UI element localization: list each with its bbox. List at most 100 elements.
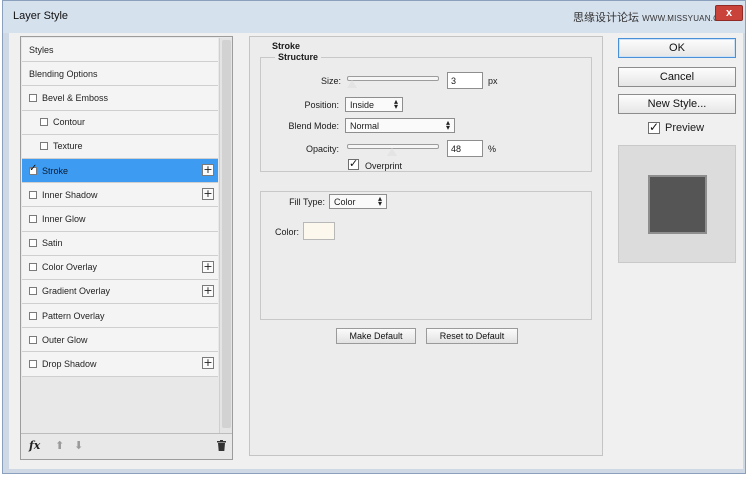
add-style-icon[interactable]: +: [202, 163, 214, 176]
dropdown-caret-icon: ▴ ▾: [393, 97, 398, 111]
style-item-stroke[interactable]: Stroke +: [22, 158, 218, 184]
blend-mode-label: Blend Mode:: [288, 121, 339, 131]
move-down-icon[interactable]: ⬇: [74, 439, 83, 452]
style-checkbox[interactable]: [40, 118, 48, 127]
section-title: Stroke: [272, 41, 301, 51]
style-checkbox[interactable]: [29, 190, 37, 199]
style-checkbox[interactable]: [29, 263, 37, 272]
trash-icon[interactable]: [217, 440, 226, 451]
opacity-input[interactable]: 48: [447, 140, 483, 157]
fill-type-value: Color: [334, 197, 356, 207]
style-item-label: Blending Options: [29, 68, 98, 79]
add-style-icon[interactable]: +: [202, 357, 214, 370]
add-style-icon[interactable]: +: [202, 284, 214, 297]
opacity-slider[interactable]: [347, 144, 439, 157]
size-unit: px: [488, 76, 498, 86]
fill-type-dropdown[interactable]: Color ▴ ▾: [329, 194, 387, 209]
layer-style-window: Layer Style 思缘设计论坛 WWW.MISSYUAN.COM x St…: [2, 0, 746, 474]
styles-footer: fx ⬆ ⬇: [21, 433, 232, 459]
style-item-blending-options[interactable]: Blending Options: [22, 62, 218, 87]
preview-thumbnail: [648, 175, 707, 234]
style-item-label: Bevel & Emboss: [42, 92, 109, 103]
position-value: Inside: [350, 100, 375, 110]
structure-label: Structure: [275, 52, 322, 62]
style-item-label: Outer Glow: [42, 334, 88, 345]
position-label: Position:: [304, 100, 339, 110]
style-checkbox[interactable]: [29, 311, 37, 320]
style-item-label: Gradient Overlay: [42, 286, 111, 297]
stroke-panel: Stroke Structure Size: 3 px Position: In…: [249, 36, 603, 456]
style-checkbox[interactable]: [40, 142, 48, 151]
style-checkbox[interactable]: [29, 214, 37, 223]
opacity-slider-thumb[interactable]: [386, 147, 399, 157]
styles-panel: Styles Blending Options Bevel & Emboss Cont…: [20, 36, 233, 460]
style-checkbox[interactable]: [29, 335, 37, 344]
style-item-styles[interactable]: Styles: [22, 38, 218, 63]
style-item-outer-glow[interactable]: Outer Glow: [22, 328, 218, 353]
style-checkbox[interactable]: [29, 287, 37, 296]
size-label: Size:: [320, 76, 341, 86]
blend-mode-value: Normal: [350, 121, 380, 131]
stroke-color-swatch[interactable]: [303, 222, 335, 240]
style-item-color-overlay[interactable]: Color Overlay +: [22, 255, 218, 280]
add-style-icon[interactable]: +: [202, 260, 214, 273]
styles-scrollbar[interactable]: [219, 38, 232, 434]
opacity-unit: %: [488, 144, 497, 154]
style-item-inner-glow[interactable]: Inner Glow: [22, 207, 218, 232]
style-checkbox[interactable]: [29, 93, 37, 102]
color-label: Color:: [274, 227, 299, 237]
window-title: Layer Style: [13, 10, 69, 22]
ok-button[interactable]: OK: [618, 38, 736, 58]
dropdown-caret-icon: ▴ ▾: [445, 118, 450, 132]
styles-scrollbar-thumb[interactable]: [222, 40, 231, 428]
title-bar[interactable]: Layer Style 思缘设计论坛 WWW.MISSYUAN.COM x: [3, 1, 745, 33]
style-item-inner-shadow[interactable]: Inner Shadow +: [22, 183, 218, 208]
style-checkbox[interactable]: [29, 360, 37, 369]
styles-list: Styles Blending Options Bevel & Emboss Cont…: [22, 38, 218, 377]
watermark: 思缘设计论坛 WWW.MISSYUAN.COM: [573, 9, 732, 25]
fill-type-group: Fill Type: Color ▴ ▾ Color:: [260, 191, 592, 320]
reset-to-default-button[interactable]: Reset to Default: [426, 328, 518, 344]
style-item-contour[interactable]: Contour: [22, 110, 218, 135]
structure-group: Structure Size: 3 px Position: Inside ▴ ▾…: [260, 52, 592, 172]
cancel-button[interactable]: Cancel: [618, 67, 736, 87]
style-item-gradient-overlay[interactable]: Gradient Overlay +: [22, 279, 218, 305]
style-checkbox[interactable]: [29, 239, 37, 248]
opacity-label: Opacity:: [305, 144, 339, 154]
size-slider[interactable]: [345, 76, 439, 89]
move-up-icon[interactable]: ⬆: [55, 439, 64, 452]
fx-icon[interactable]: fx: [29, 439, 40, 452]
style-item-label: Contour: [53, 117, 86, 128]
new-style-button[interactable]: New Style...: [618, 94, 736, 114]
dropdown-caret-icon: ▴ ▾: [377, 194, 382, 208]
style-item-label: Color Overlay: [42, 262, 98, 273]
preview-label: Preview: [665, 122, 705, 134]
style-item-satin[interactable]: Satin: [22, 231, 218, 256]
style-item-label: Texture: [53, 141, 83, 152]
overprint-checkbox[interactable]: [348, 157, 359, 170]
size-slider-thumb[interactable]: [345, 79, 358, 89]
make-default-button[interactable]: Make Default: [336, 328, 416, 344]
style-item-texture[interactable]: Texture: [22, 134, 218, 159]
style-item-label: Satin: [42, 238, 63, 249]
style-item-label: Stroke: [42, 165, 69, 176]
watermark-text: 思缘设计论坛: [573, 12, 639, 24]
size-input[interactable]: 3: [447, 72, 483, 89]
style-item-label: Drop Shadow: [42, 359, 97, 370]
style-item-pattern-overlay[interactable]: Pattern Overlay: [22, 304, 218, 329]
style-checkbox[interactable]: [29, 163, 37, 175]
style-item-label: Inner Glow: [42, 213, 86, 224]
style-item-bevel-emboss[interactable]: Bevel & Emboss: [22, 86, 218, 111]
add-style-icon[interactable]: +: [202, 188, 214, 201]
style-item-label: Pattern Overlay: [42, 310, 105, 321]
preview-box: [618, 145, 736, 263]
preview-checkbox[interactable]: [648, 120, 660, 134]
dialog-body: Styles Blending Options Bevel & Emboss Cont…: [9, 33, 743, 469]
overprint-label: Overprint: [365, 161, 403, 171]
position-dropdown[interactable]: Inside ▴ ▾: [345, 97, 403, 112]
style-item-label: Styles: [29, 44, 54, 55]
blend-mode-dropdown[interactable]: Normal ▴ ▾: [345, 118, 455, 133]
style-item-drop-shadow[interactable]: Drop Shadow +: [22, 352, 218, 377]
fill-type-label: Fill Type:: [289, 197, 325, 207]
close-button[interactable]: x: [715, 5, 743, 21]
